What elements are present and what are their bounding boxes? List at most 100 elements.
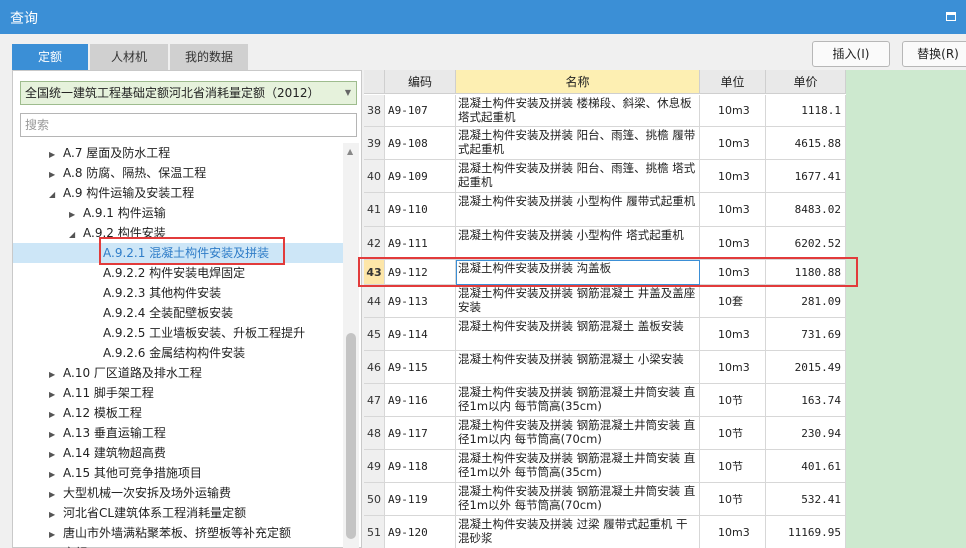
tab-labor-material-machine[interactable]: 人材机 [90,44,168,70]
cell-price[interactable]: 11169.95 [766,516,846,548]
row-number[interactable]: 44 [364,285,385,318]
cell-unit[interactable]: 10m3 [700,351,766,384]
tree-item[interactable]: A.9.2.1 混凝土构件安装及拼装 [13,243,343,263]
tree-item[interactable]: ▶ 唐山市外墙满粘聚苯板、挤塑板等补充定额 [49,523,291,543]
tree-item[interactable]: ▶ A.14 建筑物超高费 [49,443,166,463]
expand-icon[interactable]: ▶ [49,505,63,525]
tree-item[interactable]: A.9.2.4 全装配壁板安装 [89,303,233,323]
table-row[interactable]: 45 A9-114 混凝土构件安装及拼装 钢筋混凝土 盖板安装 10m3 731.69 [364,318,846,351]
row-number[interactable]: 49 [364,450,385,483]
row-number[interactable]: 51 [364,516,385,548]
cell-unit[interactable]: 10m3 [700,127,766,160]
row-number[interactable]: 50 [364,483,385,516]
cell-name[interactable]: 混凝土构件安装及拼装 钢筋混凝土 小梁安装 [456,351,700,384]
collapse-icon[interactable]: ◢ [69,225,83,245]
row-number[interactable]: 43 [364,260,385,285]
expand-icon[interactable]: ▶ [49,445,63,465]
scroll-up-icon[interactable]: ▲ [347,147,353,156]
cell-price[interactable]: 731.69 [766,318,846,351]
expand-icon[interactable]: ▶ [49,425,63,445]
cell-name[interactable]: 混凝土构件安装及拼装 小型构件 塔式起重机 [456,227,700,260]
tree-item[interactable]: A.9.2.2 构件安装电焊固定 [89,263,245,283]
chevron-down-icon[interactable]: ▼ [345,82,351,104]
cell-code[interactable]: A9-110 [385,193,456,227]
tree-item[interactable]: ▶ 大型机械一次安拆及场外运输费 [49,483,231,503]
expand-icon[interactable]: ▶ [49,485,63,505]
cell-code[interactable]: A9-112 [385,260,456,285]
maximize-icon[interactable] [946,12,956,21]
table-row[interactable]: 39 A9-108 混凝土构件安装及拼装 阳台、雨篷、挑檐 履带式起重机 10m3 46… [364,127,846,160]
expand-icon[interactable]: ▶ [49,525,63,545]
expand-icon[interactable]: ▶ [49,165,63,185]
replace-button[interactable]: 替换(R) [902,41,966,67]
table-row[interactable]: 49 A9-118 混凝土构件安装及拼装 钢筋混凝土井筒安装 直径1m以外 每节筒高… [364,450,846,483]
cell-name[interactable]: 混凝土构件安装及拼装 过梁 履带式起重机 干混砂浆 [456,516,700,548]
cell-name[interactable]: 混凝土构件安装及拼装 钢筋混凝土井筒安装 直径1m以内 每节筒高(35cm) [456,384,700,417]
cell-code[interactable]: A9-115 [385,351,456,384]
cell-name[interactable]: 混凝土构件安装及拼装 沟盖板 [456,260,700,285]
tree-item[interactable]: ▶ A.7 屋面及防水工程 [49,143,170,163]
cell-price[interactable]: 1118.1 [766,95,846,127]
table-row[interactable]: 47 A9-116 混凝土构件安装及拼装 钢筋混凝土井筒安装 直径1m以内 每节筒高… [364,384,846,417]
cell-code[interactable]: A9-120 [385,516,456,548]
cell-unit[interactable]: 10m3 [700,516,766,548]
table-row[interactable]: 51 A9-120 混凝土构件安装及拼装 过梁 履带式起重机 干混砂浆 10m3 111… [364,516,846,548]
cell-unit[interactable]: 10m3 [700,227,766,260]
tree-item[interactable]: A.9.2.3 其他构件安装 [89,283,221,303]
tree-item[interactable]: ◢ A.9 构件运输及安装工程 [49,183,194,203]
tree-item[interactable]: ▶ A.13 垂直运输工程 [49,423,166,443]
cell-name[interactable]: 混凝土构件安装及拼装 钢筋混凝土 井盖及盖座安装 [456,285,700,318]
cell-name[interactable]: 混凝土构件安装及拼装 钢筋混凝土 盖板安装 [456,318,700,351]
row-number[interactable]: 42 [364,227,385,260]
cell-code[interactable]: A9-108 [385,127,456,160]
tree-item[interactable]: ▶定额 2012 - 01 - 02 [49,543,176,548]
cell-unit[interactable]: 10节 [700,483,766,516]
cell-price[interactable]: 6202.52 [766,227,846,260]
cell-code[interactable]: A9-111 [385,227,456,260]
cell-unit[interactable]: 10m3 [700,95,766,127]
table-row[interactable]: 40 A9-109 混凝土构件安装及拼装 阳台、雨篷、挑檐 塔式起重机 10m3 167… [364,160,846,193]
row-number[interactable]: 45 [364,318,385,351]
cell-unit[interactable]: 10m3 [700,260,766,285]
cell-price[interactable]: 4615.88 [766,127,846,160]
tab-my-data[interactable]: 我的数据 [170,44,248,70]
scroll-thumb[interactable] [346,333,356,539]
tree-item[interactable]: ▶ A.15 其他可竞争措施项目 [49,463,202,483]
cell-price[interactable]: 1180.88 [766,260,846,285]
collapse-icon[interactable]: ◢ [49,185,63,205]
cell-name[interactable]: 混凝土构件安装及拼装 楼梯段、斜梁、休息板 塔式起重机 [456,95,700,127]
table-row[interactable]: 38 A9-107 混凝土构件安装及拼装 楼梯段、斜梁、休息板 塔式起重机 10m3 1… [364,95,846,127]
cell-price[interactable]: 281.09 [766,285,846,318]
cell-code[interactable]: A9-107 [385,95,456,127]
cell-code[interactable]: A9-117 [385,417,456,450]
table-row[interactable]: 43 A9-112 混凝土构件安装及拼装 沟盖板 10m3 1180.88 [364,260,846,285]
cell-price[interactable]: 1677.41 [766,160,846,193]
cell-price[interactable]: 8483.02 [766,193,846,227]
expand-icon[interactable]: ▶ [49,145,63,165]
expand-icon[interactable]: ▶ [69,205,83,225]
insert-button[interactable]: 插入(I) [812,41,890,67]
cell-name[interactable]: 混凝土构件安装及拼装 阳台、雨篷、挑檐 履带式起重机 [456,127,700,160]
tab-quota[interactable]: 定额 [12,44,88,70]
cell-code[interactable]: A9-119 [385,483,456,516]
header-code[interactable]: 编码 [385,70,456,94]
tree-item[interactable]: A.9.2.5 工业墙板安装、升板工程提升 [89,323,305,343]
header-name[interactable]: 名称 [456,70,700,94]
table-row[interactable]: 42 A9-111 混凝土构件安装及拼装 小型构件 塔式起重机 10m3 6202.52 [364,227,846,260]
row-number[interactable]: 48 [364,417,385,450]
cell-unit[interactable]: 10套 [700,285,766,318]
tree-item[interactable]: ▶ 河北省CL建筑体系工程消耗量定额 [49,503,246,523]
table-row[interactable]: 44 A9-113 混凝土构件安装及拼装 钢筋混凝土 井盖及盖座安装 10套 281.0… [364,285,846,318]
cell-unit[interactable]: 10m3 [700,318,766,351]
cell-price[interactable]: 163.74 [766,384,846,417]
table-row[interactable]: 46 A9-115 混凝土构件安装及拼装 钢筋混凝土 小梁安装 10m3 2015.49 [364,351,846,384]
cell-name[interactable]: 混凝土构件安装及拼装 钢筋混凝土井筒安装 直径1m以内 每节筒高(70cm) [456,417,700,450]
row-number[interactable]: 47 [364,384,385,417]
tree-item[interactable]: ▶ A.9.1 构件运输 [69,203,166,223]
tree-item[interactable]: ▶ A.11 脚手架工程 [49,383,154,403]
row-number[interactable]: 40 [364,160,385,193]
cell-unit[interactable]: 10节 [700,384,766,417]
row-number[interactable]: 46 [364,351,385,384]
cell-name[interactable]: 混凝土构件安装及拼装 小型构件 履带式起重机 [456,193,700,227]
cell-code[interactable]: A9-116 [385,384,456,417]
